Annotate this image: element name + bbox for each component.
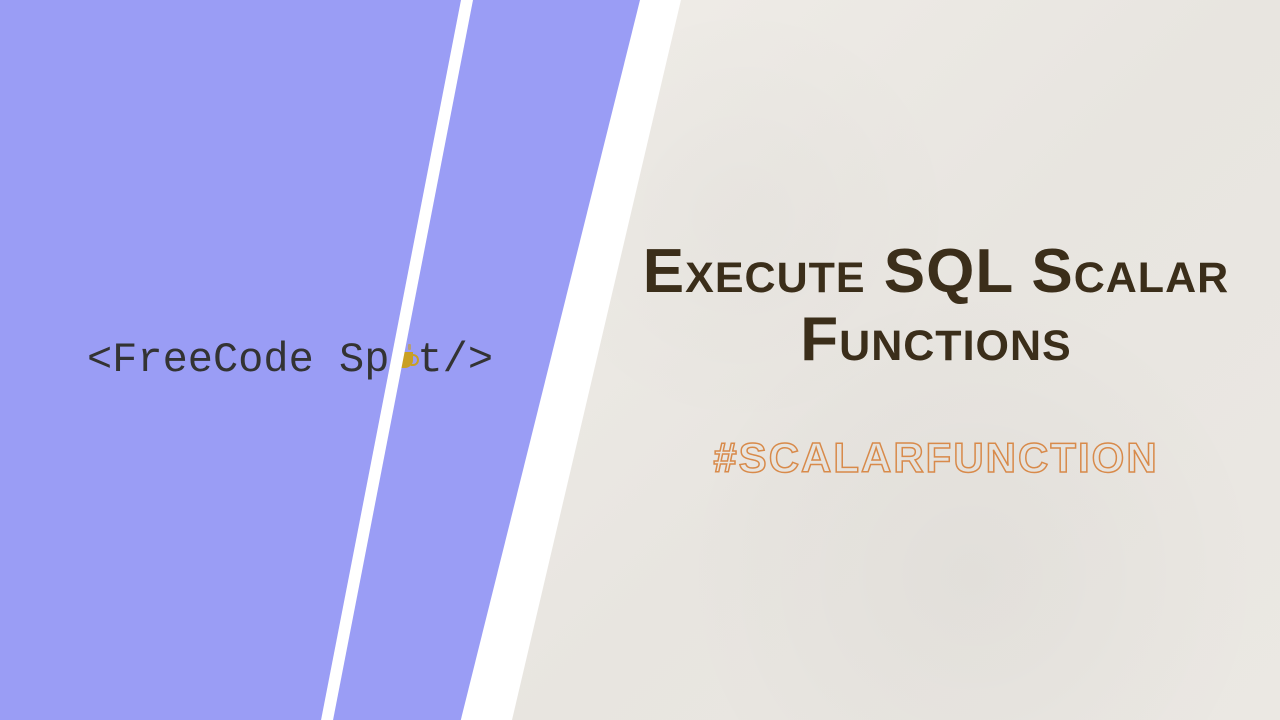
title-line-2: Functions <box>643 306 1229 374</box>
banner-container: <FreeCode Sp t/> Execute SQL Scalar Func… <box>0 0 1280 720</box>
logo-text-prefix: <FreeCode Sp <box>87 336 389 384</box>
title-line-1: Execute SQL Scalar <box>643 238 1229 306</box>
logo-text-suffix: t/> <box>417 336 493 384</box>
hashtag-text: #SCALARFUNCTION <box>713 434 1158 482</box>
right-panel: Execute SQL Scalar Functions #SCALARFUNC… <box>512 0 1280 720</box>
logo: <FreeCode Sp t/> <box>87 336 493 384</box>
main-title: Execute SQL Scalar Functions <box>643 238 1229 374</box>
